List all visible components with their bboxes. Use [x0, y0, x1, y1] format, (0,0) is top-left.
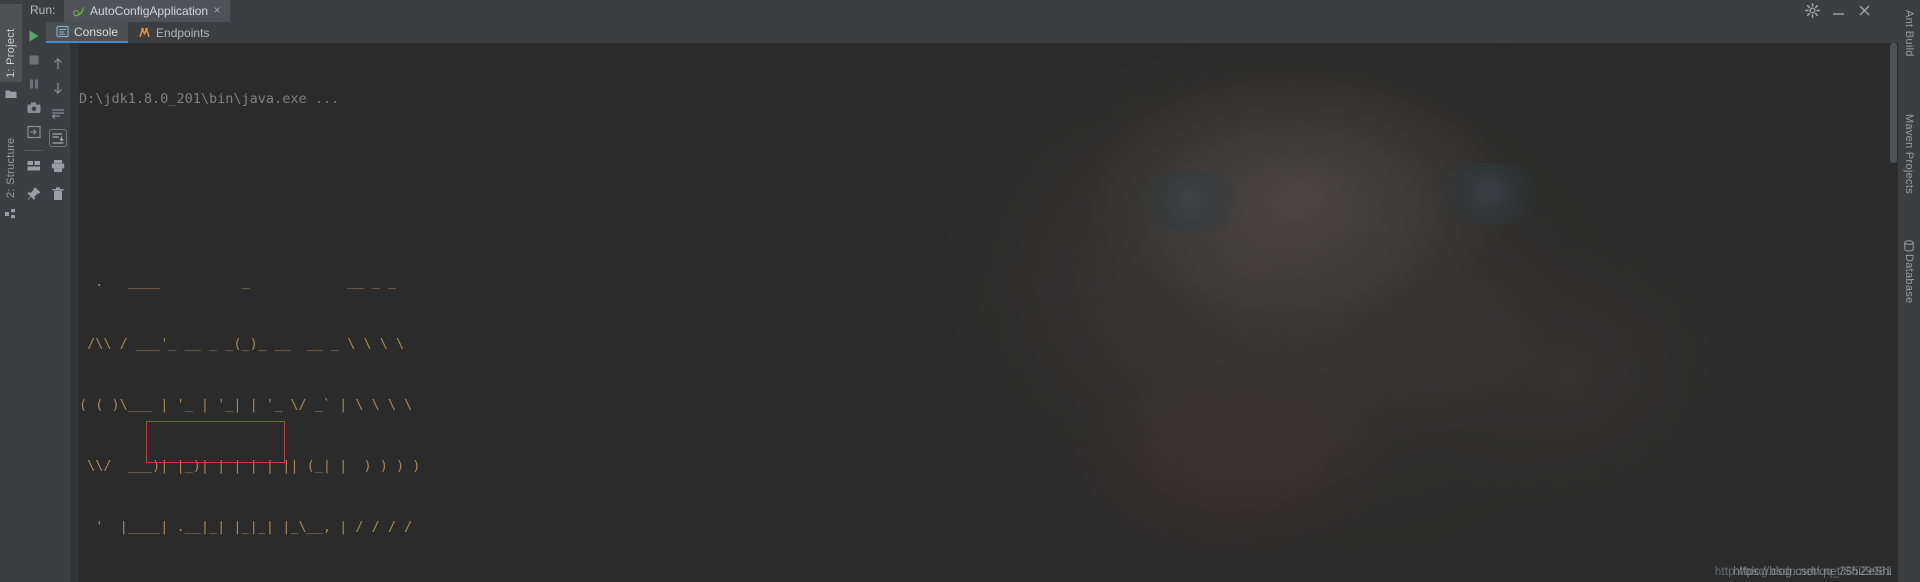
sidebar-item-database[interactable]: Database [1898, 250, 1920, 330]
print-icon[interactable] [50, 158, 66, 174]
sidebar-item-ant-build-label: Ant Build [1903, 10, 1915, 57]
console-toolbar [46, 42, 71, 582]
sidebar-item-maven-projects-label: Maven Projects [1903, 114, 1915, 195]
console-output-area[interactable]: D:\jdk1.8.0_201\bin\java.exe ... . ____ … [70, 43, 1898, 582]
play-icon[interactable] [26, 28, 42, 44]
idea-run-window: 1: Project 2: Structure Ant Build Maven … [0, 0, 1920, 582]
console-text: D:\jdk1.8.0_201\bin\java.exe ... . ____ … [79, 48, 1889, 582]
window-controls [1805, 3, 1872, 18]
arrow-up-icon[interactable] [50, 56, 66, 72]
sidebar-item-structure[interactable]: 2: Structure [0, 110, 22, 202]
banner-line-1: /\\ / ___'_ __ _ _(_)_ __ __ _ \ \ \ \ [79, 335, 405, 352]
run-header-bar: Run: AutoConfigApplication × [22, 0, 1898, 22]
tab-endpoints-label: Endpoints [156, 25, 210, 40]
sidebar-item-project-label: 1: Project [5, 28, 17, 78]
banner-line-5: =========|_|==============|___/=/_/_/_/ [79, 578, 1889, 582]
run-toolbar [22, 22, 46, 582]
banner-line-2: ( ( )\___ | '_ | '_| | '_ \/ _` | \ \ \ … [79, 396, 413, 413]
banner-line-4: ' |____| .__|_| |_|_| |_\__, | / / / / [79, 519, 413, 536]
sidebar-item-database-label: Database [1903, 254, 1915, 304]
scroll-to-end-icon[interactable] [49, 129, 67, 147]
banner-line-0: . ____ _ __ _ _ [79, 274, 396, 291]
run-configuration-title: AutoConfigApplication [90, 4, 209, 18]
console-gutter [70, 43, 79, 582]
tab-endpoints[interactable]: Endpoints [128, 22, 219, 43]
console-line-command: D:\jdk1.8.0_201\bin\java.exe ... [79, 90, 340, 107]
camera-icon[interactable] [26, 100, 42, 116]
hide-icon[interactable] [1857, 3, 1872, 18]
stop-icon[interactable] [26, 52, 42, 68]
gear-icon[interactable] [1805, 3, 1820, 18]
sidebar-item-maven-projects[interactable]: Maven Projects [1898, 110, 1920, 220]
console-scrollbar[interactable] [1889, 43, 1898, 582]
folder-icon [5, 90, 17, 98]
sidebar-item-project[interactable]: 1: Project [0, 4, 22, 82]
toolbar-separator [25, 150, 43, 151]
pin-icon[interactable] [26, 186, 42, 202]
banner-line-3: \\/ ___)| |_)| | | | | || (_| | ) ) ) ) [79, 458, 421, 475]
minimize-icon[interactable] [1831, 3, 1846, 18]
scrollbar-thumb[interactable] [1890, 43, 1897, 163]
soft-wrap-icon[interactable] [50, 106, 66, 122]
sidebar-item-structure-label: 2: Structure [5, 137, 17, 198]
trash-icon[interactable] [50, 186, 66, 202]
export-icon[interactable] [26, 124, 42, 140]
endpoints-icon [139, 27, 150, 38]
run-configuration-tab[interactable]: AutoConfigApplication × [64, 0, 231, 22]
spring-leaf-icon [73, 6, 84, 16]
layout-icon[interactable] [26, 158, 42, 174]
sidebar-item-ant-build[interactable]: Ant Build [1898, 6, 1920, 78]
close-icon[interactable]: × [211, 4, 223, 16]
right-tool-strip: Ant Build Maven Projects Database [1897, 0, 1920, 582]
console-icon [56, 25, 69, 38]
run-label: Run: [30, 3, 56, 17]
database-icon [1904, 240, 1914, 252]
arrow-down-icon[interactable] [50, 80, 66, 96]
structure-icon [5, 209, 15, 219]
tab-console-label: Console [74, 24, 119, 39]
left-tool-strip: 1: Project 2: Structure [0, 0, 23, 582]
tab-console[interactable]: Console [46, 22, 129, 43]
pause-icon[interactable] [26, 76, 42, 92]
console-tab-bar: Console Endpoints [46, 22, 1898, 43]
